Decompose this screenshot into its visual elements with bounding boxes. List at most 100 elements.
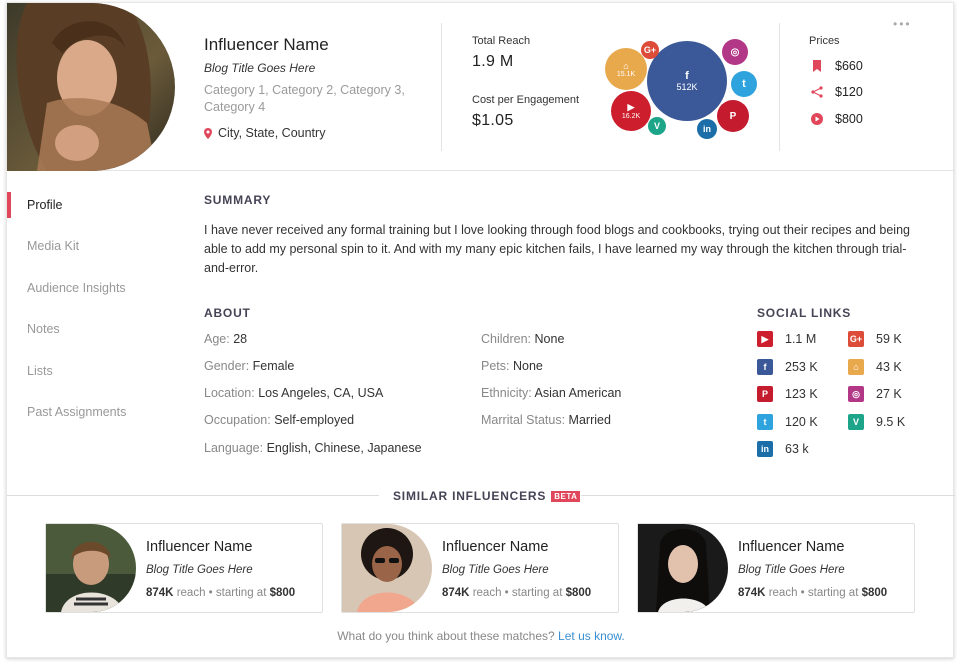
similar-influencer-meta: 874K reach • starting at $800 [442,587,591,599]
about-key: Occupation: [204,413,271,427]
influencer-name: Influencer Name [204,35,329,54]
similar-influencer-name: Influencer Name [442,539,549,555]
about-key: Gender: [204,359,250,373]
similar-influencer-photo [342,524,432,612]
about-location: Location: Los Angeles, CA, USA [204,386,383,400]
google-plus-icon: G+ [848,331,864,347]
location-pin-icon [204,127,212,139]
about-pets: Pets: None [481,359,543,373]
similar-influencer-photo [638,524,728,612]
reach-bubble-google-plus: G+ [641,41,659,59]
total-reach-label: Total Reach [472,35,531,47]
similar-influencers-title: SIMILAR INFLUENCERS BETA [393,489,581,503]
pinterest-icon: P [729,110,737,122]
social-link-home[interactable]: ⌂ 43 K [848,358,902,375]
social-count: 9.5 K [876,414,906,429]
reach-value: 874K [738,587,766,599]
feedback-prompt: What do you think about these matches? L… [7,629,955,643]
reach-bubble-value: 512K [676,82,698,92]
social-link-twitter[interactable]: t 120 K [757,413,818,430]
reach-bubble-home: ⌂ 15.1K [605,48,647,90]
about-ethnicity: Ethnicity: Asian American [481,386,621,400]
influencer-profile-card: Influencer Name Blog Title Goes Here Cat… [6,2,955,658]
reach-suffix: reach • starting at [768,587,859,599]
google-plus-icon: G+ [643,45,657,55]
about-value: English, Chinese, Japanese [266,441,422,455]
price-value: $800 [835,112,863,126]
starting-price: $800 [565,587,592,599]
social-link-instagram[interactable]: ◎ 27 K [848,386,902,402]
price-value: $120 [835,85,863,99]
reach-bubble-youtube: ▶ 16.2K [611,91,651,131]
categories: Category 1, Category 2, Category 3, Cate… [204,83,405,114]
similar-influencer-meta: 874K reach • starting at $800 [738,587,887,599]
about-marital-status: Marrital Status: Married [481,413,611,427]
social-link-vine[interactable]: V 9.5 K [848,413,906,430]
home-icon: ⌂ [848,358,864,375]
starting-price: $800 [861,587,888,599]
facebook-icon: f [757,358,773,375]
sidebar-item-lists[interactable]: Lists [7,358,187,384]
reach-suffix: reach • starting at [472,587,563,599]
social-count: 253 K [785,359,818,374]
sidebar-item-profile[interactable]: Profile [7,192,187,218]
reach-bubble-instagram: ◎ [722,39,748,65]
similar-influencer-name: Influencer Name [146,539,253,555]
reach-value: 874K [146,587,174,599]
about-gender: Gender: Female [204,359,294,373]
about-title: ABOUT [204,306,251,320]
social-link-youtube[interactable]: ▶ 1.1 M [757,331,816,347]
cpe-label: Cost per Engagement [472,94,580,106]
similar-influencer-photo [46,524,136,612]
bookmark-icon [813,60,821,72]
location-text: City, State, Country [218,126,326,140]
social-count: 1.1 M [785,332,817,346]
similar-influencer-card[interactable]: Influencer Name Blog Title Goes Here 874… [341,523,619,613]
social-count: 63 k [785,442,809,456]
divider [441,23,442,151]
about-key: Location: [204,386,255,400]
total-reach-value: 1.9 M [472,53,514,70]
about-language: Language: English, Chinese, Japanese [204,441,422,455]
social-link-google-plus[interactable]: G+ 59 K [848,331,902,347]
about-key: Language: [204,441,264,455]
similar-influencer-blog: Blog Title Goes Here [146,564,253,576]
about-value: None [534,332,565,346]
similar-influencer-card[interactable]: Influencer Name Blog Title Goes Here 874… [45,523,323,613]
cpe-value: $1.05 [472,112,514,129]
let-us-know-link[interactable]: Let us know. [558,629,625,643]
reach-bubble-value: 15.1K [616,70,636,78]
about-occupation: Occupation: Self-employed [204,413,354,427]
more-options-icon[interactable]: ••• [893,17,912,31]
similar-influencer-name: Influencer Name [738,539,845,555]
price-row: $120 [811,85,863,99]
about-key: Marrital Status: [481,413,566,427]
social-link-facebook[interactable]: f 253 K [757,358,818,375]
divider [7,495,379,496]
instagram-icon: ◎ [730,46,740,58]
reach-bubble-vine: V [648,117,666,135]
sidebar-item-media-kit[interactable]: Media Kit [7,233,187,259]
home-icon: ⌂ [623,60,629,71]
about-age: Age: 28 [204,332,247,346]
beta-badge: BETA [551,490,581,502]
about-key: Pets: [481,359,510,373]
social-count: 59 K [876,332,902,346]
reach-bubble-pinterest: P [717,100,749,132]
similar-influencer-meta: 874K reach • starting at $800 [146,587,295,599]
sidebar-item-past-assignments[interactable]: Past Assignments [7,399,187,425]
vine-icon: V [653,121,660,131]
sidebar-item-notes[interactable]: Notes [7,316,187,342]
about-value: Married [568,413,611,427]
similar-influencer-card[interactable]: Influencer Name Blog Title Goes Here 874… [637,523,915,613]
divider [581,495,955,496]
about-value: None [512,359,543,373]
about-value: Self-employed [274,413,355,427]
reach-bubble-value: 16.2K [621,113,641,120]
about-value: 28 [233,332,248,346]
about-value: Los Angeles, CA, USA [258,386,384,400]
sidebar-item-audience-insights[interactable]: Audience Insights [7,275,187,301]
social-link-pinterest[interactable]: P 123 K [757,386,818,402]
reach-bubble-linkedin: in [697,119,717,139]
social-link-linkedin[interactable]: in 63 k [757,441,809,457]
